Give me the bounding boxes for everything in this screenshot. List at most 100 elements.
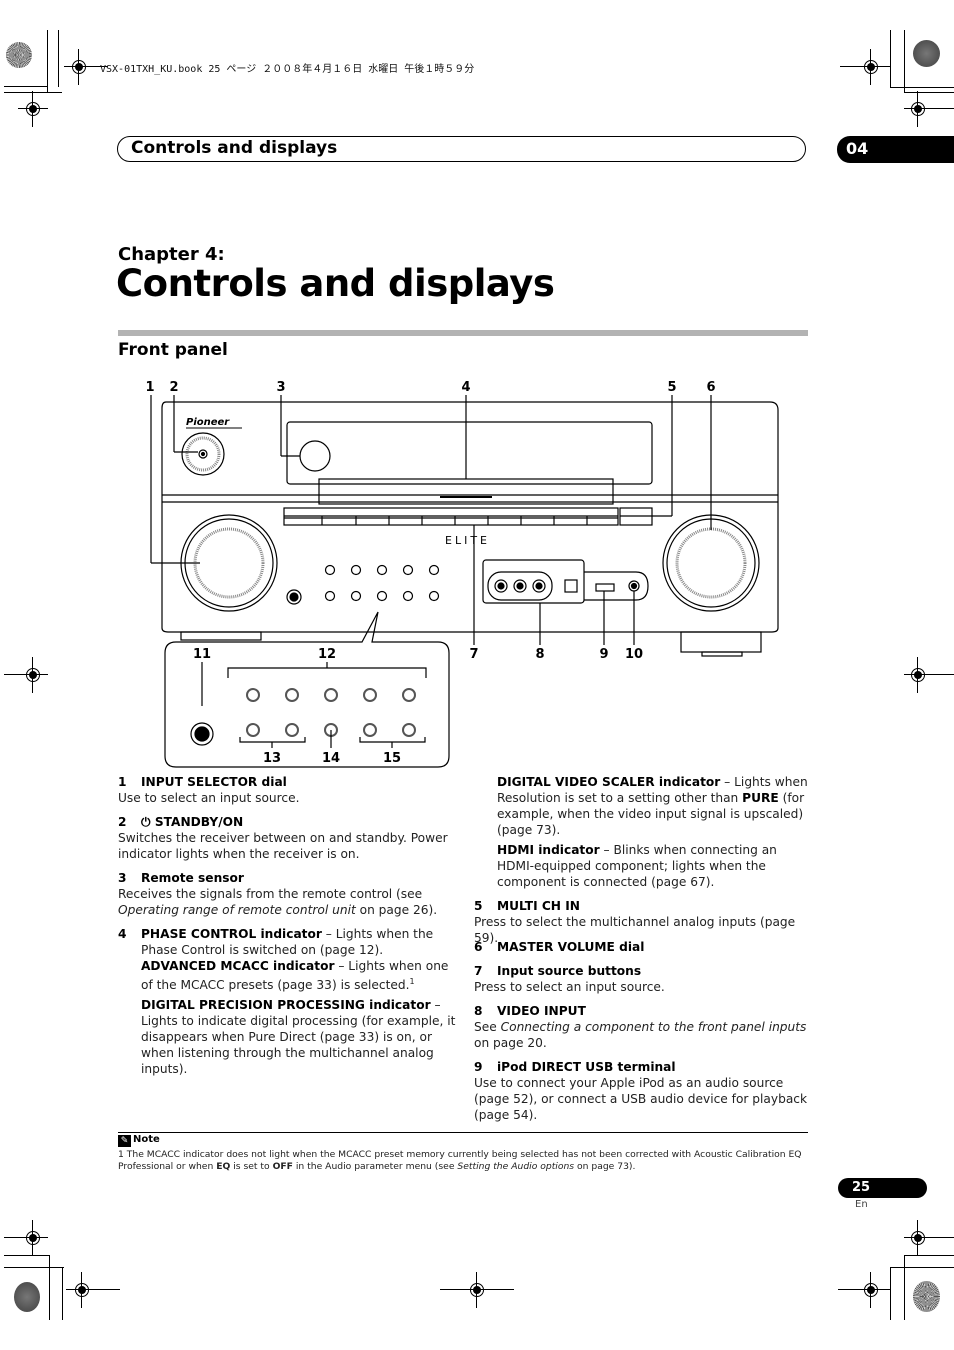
item-title: MULTI CH IN — [497, 899, 580, 913]
crop-mark — [62, 1267, 63, 1320]
item-description: Receives the signals from the remote con… — [118, 887, 423, 901]
item-title: iPod DIRECT USB terminal — [497, 1060, 676, 1074]
sub-brand-logo: ELITE — [445, 534, 490, 547]
callout-4: 4 — [461, 380, 470, 395]
callout-10: 10 — [625, 647, 643, 662]
crop-mark — [904, 1255, 954, 1256]
callout-2: 2 — [169, 380, 178, 395]
registration-mark-icon — [911, 91, 925, 127]
header-section-title: Controls and displays — [131, 138, 338, 158]
front-panel-diagram: Pioneer ELITE 1 2 3 4 5 6 7 8 9 10 11 12… — [145, 380, 779, 768]
item-description: on page 26). — [355, 903, 438, 917]
registration-line — [440, 1289, 514, 1290]
crop-mark — [904, 92, 954, 93]
front-buttons — [324, 564, 440, 602]
indicator-title: ADVANCED MCACC indicator — [141, 959, 335, 973]
brand-logo: Pioneer — [186, 417, 230, 428]
page-language: En — [855, 1199, 868, 1210]
item-title: STANDBY/ON — [154, 815, 244, 829]
item-title: INPUT SELECTOR dial — [141, 775, 287, 789]
note-text: 1 The MCACC indicator does not light whe… — [118, 1149, 808, 1173]
callout-7: 7 — [469, 647, 478, 662]
callout-8: 8 — [535, 647, 544, 662]
registration-line — [66, 1289, 120, 1290]
crop-mark — [4, 1255, 50, 1256]
indicator-title: PHASE CONTROL indicator — [141, 927, 322, 941]
item-description: on page 20. — [474, 1036, 547, 1050]
indicator-title: HDMI indicator — [497, 843, 600, 857]
item-1: 1 INPUT SELECTOR dial Use to select an in… — [118, 774, 458, 806]
item-4-continued: DIGITAL VIDEO SCALER indicator – Lights … — [474, 774, 814, 890]
item-number: 7 — [474, 964, 483, 978]
item-6: 6 MASTER VOLUME dial — [474, 939, 814, 955]
item-description: See — [474, 1020, 501, 1034]
registration-line — [4, 1237, 48, 1238]
crop-mark — [890, 87, 954, 88]
note-text-part: is set to — [230, 1161, 273, 1172]
item-description: Press to select an input source. — [474, 980, 665, 994]
item-title: Remote sensor — [141, 871, 244, 885]
registration-mark-icon — [26, 1220, 40, 1256]
note-bold: EQ — [216, 1161, 231, 1172]
video-input-panel — [482, 559, 585, 604]
callout-3: 3 — [276, 380, 285, 395]
color-bar-disc-icon — [913, 1281, 940, 1312]
item-number: 5 — [474, 899, 483, 913]
indicator-title: DIGITAL VIDEO SCALER indicator — [497, 775, 721, 789]
registration-mark-icon — [75, 1272, 89, 1308]
crop-mark — [904, 1255, 905, 1320]
print-info: VSX-01TXH_KU.book 25 ページ ２００８年４月１６日 水曜日 … — [100, 64, 475, 75]
pencil-note-icon: ✎ — [118, 1135, 131, 1147]
item-number: 8 — [474, 1004, 483, 1018]
item-number: 3 — [118, 871, 127, 885]
color-bar-disc-icon — [14, 1282, 40, 1312]
item-description: Use to connect your Apple iPod as an aud… — [474, 1076, 808, 1122]
indicator-title: DIGITAL PRECISION PROCESSING indicator — [141, 998, 431, 1013]
crop-mark — [904, 30, 905, 92]
item-number: 4 — [118, 927, 127, 941]
registration-line — [840, 66, 890, 67]
registration-mark-icon — [470, 1272, 484, 1308]
crop-mark — [4, 92, 62, 93]
item-title: Input source buttons — [497, 964, 642, 978]
color-bar-disc-icon — [6, 42, 32, 68]
registration-mark-icon — [72, 49, 86, 85]
indicator-strip — [318, 478, 614, 505]
note-text-part: on page 73). — [574, 1161, 636, 1172]
registration-line — [904, 108, 954, 109]
crop-mark — [58, 30, 59, 87]
item-description: Switches the receiver between on and sta… — [118, 831, 448, 861]
crop-mark — [890, 1267, 891, 1320]
item-9: 9 iPod DIRECT USB terminal Use to connect… — [474, 1059, 814, 1123]
chapter-tab-number: 04 — [846, 139, 869, 158]
note-text-part: in the Audio parameter menu (see — [292, 1161, 458, 1172]
setting-value: PURE — [742, 791, 779, 805]
item-number: 6 — [474, 940, 483, 954]
callout-15: 15 — [383, 751, 401, 766]
cross-reference: Connecting a component to the front pane… — [500, 1020, 807, 1034]
item-2: 2 ⏻ STANDBY/ON Switches the receiver betw… — [118, 814, 458, 862]
crop-mark — [47, 30, 48, 92]
footnote-ref[interactable]: 1 — [410, 977, 415, 986]
callout-5: 5 — [667, 380, 676, 395]
cross-reference: Setting the Audio options — [457, 1161, 575, 1172]
note-bold: OFF — [272, 1161, 293, 1172]
callout-11: 11 — [193, 647, 211, 662]
color-bar-disc-icon — [913, 40, 940, 67]
section-title: Front panel — [118, 340, 228, 360]
item-3: 3 Remote sensor Receives the signals from… — [118, 870, 458, 918]
item-number: 2 — [118, 815, 127, 829]
usb-port — [595, 583, 615, 592]
registration-line — [838, 1289, 890, 1290]
item-description: Use to select an input source. — [118, 791, 300, 805]
registration-mark-icon — [864, 49, 878, 85]
registration-line — [18, 108, 48, 109]
registration-mark-icon — [864, 1272, 878, 1308]
callout-14: 14 — [322, 751, 340, 766]
page-number: 25 — [852, 1180, 871, 1195]
item-7: 7 Input source buttons Press to select an… — [474, 963, 814, 995]
note-label: Note — [133, 1134, 160, 1145]
registration-line — [904, 1237, 954, 1238]
callout-13: 13 — [263, 751, 281, 766]
callout-6: 6 — [706, 380, 715, 395]
